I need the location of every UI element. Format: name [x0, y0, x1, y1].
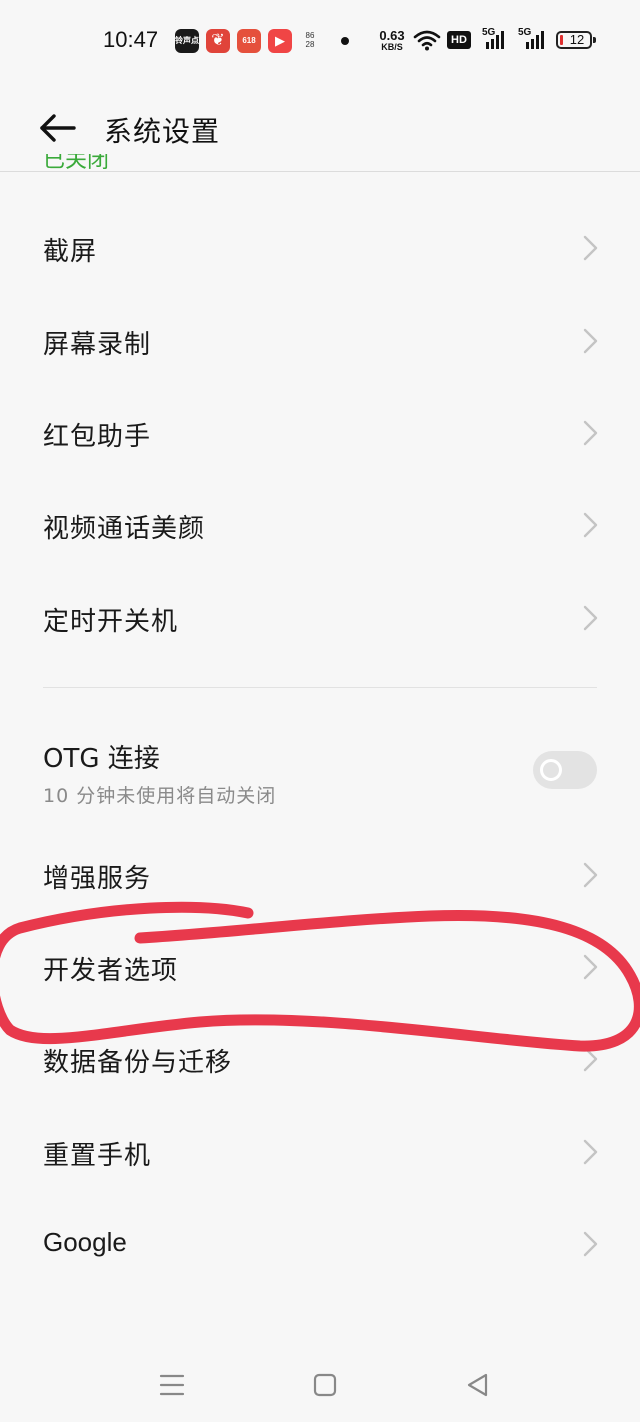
- chevron-right-icon: [583, 1231, 598, 1257]
- wifi-icon: [413, 30, 441, 51]
- menu-lines-icon[interactable]: [152, 1365, 192, 1405]
- menu-item-label: 开发者选项: [43, 956, 179, 986]
- toggle-knob: [540, 759, 562, 781]
- menu-item-label: Google: [43, 1227, 127, 1257]
- notification-dot-icon: [341, 37, 349, 45]
- signal-1-icon: [486, 31, 504, 49]
- chevron-right-icon: [583, 235, 598, 261]
- back-button[interactable]: [36, 108, 80, 148]
- small-badge-bottom: 28: [305, 40, 315, 49]
- menu-item-label: 屏幕录制: [43, 330, 152, 360]
- chevron-right-icon: [583, 328, 598, 354]
- menu-item-screen-record[interactable]: 屏幕录制: [0, 295, 640, 387]
- net-speed: 0.63 KB/S: [377, 29, 407, 52]
- page-title: 系统设置: [104, 115, 221, 148]
- signal-2-icon: [526, 31, 544, 49]
- battery-tip: [593, 37, 596, 43]
- chevron-right-icon: [583, 1139, 598, 1165]
- menu-item-scheduled-power[interactable]: 定时开关机: [0, 572, 640, 664]
- menu-item-reset-phone[interactable]: 重置手机: [0, 1106, 640, 1198]
- menu-item-screenshot[interactable]: 截屏: [0, 202, 640, 294]
- chevron-right-icon: [583, 954, 598, 980]
- menu-item-video-beauty[interactable]: 视频通话美颜: [0, 479, 640, 571]
- menu-item-enhanced-services[interactable]: 增强服务: [0, 829, 640, 921]
- menu-item-backup-migrate[interactable]: 数据备份与迁移: [0, 1013, 640, 1105]
- chevron-right-icon: [583, 605, 598, 631]
- net-speed-value: 0.63: [379, 28, 405, 43]
- menu-item-label: 增强服务: [43, 864, 152, 894]
- menu-item-label: 截屏: [43, 237, 98, 267]
- small-badge-top: 86: [305, 31, 315, 40]
- chevron-right-icon: [583, 420, 598, 446]
- app-icon-2: ❦: [206, 29, 230, 53]
- battery-level: 12: [569, 32, 585, 47]
- menu-item-red-envelope[interactable]: 红包助手: [0, 387, 640, 479]
- square-home-icon[interactable]: [305, 1365, 345, 1405]
- menu-item-google[interactable]: Google: [0, 1198, 640, 1290]
- otg-label: OTG 连接: [43, 744, 160, 774]
- net-speed-unit: KB/S: [381, 42, 403, 52]
- menu-item-label: 数据备份与迁移: [43, 1048, 233, 1078]
- previous-item-status-text: 已关闭: [43, 154, 110, 172]
- menu-item-label: 重置手机: [43, 1141, 152, 1171]
- menu-item-developer-options[interactable]: 开发者选项: [0, 921, 640, 1013]
- hd-badge: HD: [447, 31, 471, 49]
- menu-item-label: 视频通话美颜: [43, 514, 206, 544]
- chevron-right-icon: [583, 1046, 598, 1072]
- app-icon-1: 铃声点: [175, 29, 199, 53]
- otg-toggle[interactable]: [533, 751, 597, 789]
- app-icon-4: ▶: [268, 29, 292, 53]
- arrow-left-icon: [40, 114, 76, 142]
- app-icon-3: 618: [237, 29, 261, 53]
- triangle-back-icon[interactable]: [458, 1365, 498, 1405]
- chevron-right-icon: [583, 512, 598, 538]
- status-bar: 10:47 铃声点 ❦ 618 ▶ 86 28 0.63 KB/S HD 5G …: [0, 0, 640, 84]
- section-divider: [43, 687, 597, 688]
- previous-item-status-peek: 已关闭: [43, 154, 143, 172]
- battery-fill: [560, 35, 563, 45]
- menu-item-label: 定时开关机: [43, 607, 179, 637]
- battery-icon: 12: [556, 31, 596, 49]
- chevron-right-icon: [583, 862, 598, 888]
- menu-item-label: 红包助手: [43, 422, 152, 452]
- navigation-bar: [0, 1345, 640, 1422]
- status-time: 10:47: [103, 27, 159, 52]
- otg-subtitle: 10 分钟未使用将自动关闭: [43, 785, 277, 807]
